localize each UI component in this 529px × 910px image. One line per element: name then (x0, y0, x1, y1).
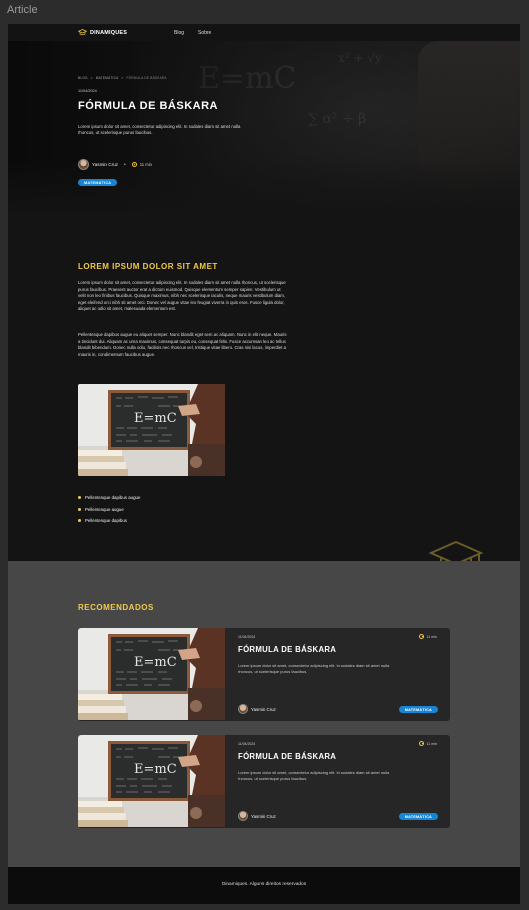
post-card-date: 11/04/2024 (238, 635, 256, 639)
page-title: FÓRMULA DE BÁSKARA (78, 100, 218, 112)
footer-copyright: Dinamiques. Alguns direitos reservados (221, 882, 307, 887)
post-card-title[interactable]: FÓRMULA DE BÁSKARA (238, 752, 336, 761)
read-time: 11 min (139, 162, 152, 167)
post-summary: Lorem ipsum dolor sit amet, consectetur … (78, 124, 241, 135)
separator-dot: • (123, 161, 126, 168)
board-formula: E=mC (134, 411, 177, 426)
article-heading: LOREM IPSUM DOLOR SIT AMET (78, 262, 218, 271)
board-formula: E=mC (134, 762, 177, 777)
read-time: 11 min (426, 634, 437, 639)
breadcrumb-category[interactable]: MATEMÁTICA (96, 76, 119, 80)
board-formula: E=mC (134, 655, 177, 670)
post-card-image: E=mC (78, 735, 225, 828)
clock-icon (419, 741, 425, 746)
category-badge[interactable]: MATEMÁTICA (398, 706, 438, 713)
list-item: Pellentesque augue (78, 504, 140, 516)
nav-link-sobre[interactable]: Sobre (198, 30, 211, 36)
brand-name: DINAMIQUES (90, 29, 128, 36)
clock-icon (419, 634, 425, 639)
author-info: Yasmin Cruz • 11 min (78, 159, 152, 170)
author-name[interactable]: Yasmin Cruz (251, 814, 276, 819)
avatar[interactable] (78, 159, 89, 170)
breadcrumb: BLOG > MATEMÁTICA > FÓRMULA DE BÁSKARA (78, 76, 167, 80)
post-card-summary: Lorem ipsum dolor sit amet, consectetur … (238, 770, 390, 781)
post-card-image: E=mC (78, 628, 225, 721)
post-card-title[interactable]: FÓRMULA DE BÁSKARA (238, 645, 336, 654)
post-card-author: Yasmin Cruz (238, 704, 276, 714)
recommended-section: RECOMENDADOS E=mC 11/04/2024 11 min FÓRM… (8, 561, 520, 867)
post-card[interactable]: E=mC 11/04/2024 11 min FÓRMULA DE BÁSKAR… (78, 628, 450, 721)
list-item: Pellentesque dapibus (78, 515, 140, 527)
hero-banner: E=mC ∑ α² ÷ β x² + √y BLOG > MATEMÁTICA … (8, 41, 520, 219)
nav-link-blog[interactable]: Blog (174, 30, 184, 36)
article-image: E=mC (78, 384, 225, 476)
post-card-read-time: 11 min (419, 741, 437, 746)
artboard-label: Article (7, 4, 38, 16)
brand-logo[interactable]: DINAMIQUES (78, 29, 127, 36)
avatar[interactable] (238, 704, 248, 714)
post-card-summary: Lorem ipsum dolor sit amet, consectetur … (238, 663, 390, 674)
recommended-heading: RECOMENDADOS (78, 603, 154, 612)
post-card-read-time: 11 min (419, 634, 437, 639)
article-paragraph: Lorem ipsum dolor sit amet, consectetur … (78, 280, 286, 312)
list-item: Pellentesque dapibus augue (78, 492, 140, 504)
footer: Dinamiques. Alguns direitos reservados (8, 867, 520, 904)
navbar: DINAMIQUES Blog Sobre (8, 24, 520, 41)
breadcrumb-separator: > (121, 76, 124, 80)
bullet-list: Pellentesque dapibus augue Pellentesque … (78, 492, 140, 527)
article-page: DINAMIQUES Blog Sobre E=mC ∑ α² ÷ β x² +… (8, 24, 520, 904)
category-badge[interactable]: MATEMÁTICA (398, 813, 438, 820)
article-paragraph: Pellentesque dapibus augue eu aliquet se… (78, 332, 287, 357)
breadcrumb-current: FÓRMULA DE BÁSKARA (126, 76, 167, 80)
clock-icon (131, 162, 137, 167)
author-name[interactable]: Yasmin Cruz (92, 162, 118, 167)
breadcrumb-separator: > (90, 76, 93, 80)
read-time: 11 min (426, 741, 437, 746)
graduation-cap-icon (78, 29, 87, 36)
post-date: 11/04/2024 (78, 89, 97, 93)
post-card[interactable]: E=mC 11/04/2024 11 min FÓRMULA DE BÁSKAR… (78, 735, 450, 828)
category-badge[interactable]: MATEMÁTICA (78, 179, 118, 186)
author-name[interactable]: Yasmin Cruz (251, 707, 276, 712)
post-card-author: Yasmin Cruz (238, 811, 276, 821)
breadcrumb-blog[interactable]: BLOG (78, 76, 88, 80)
avatar[interactable] (238, 811, 248, 821)
post-card-date: 11/04/2024 (238, 742, 256, 746)
